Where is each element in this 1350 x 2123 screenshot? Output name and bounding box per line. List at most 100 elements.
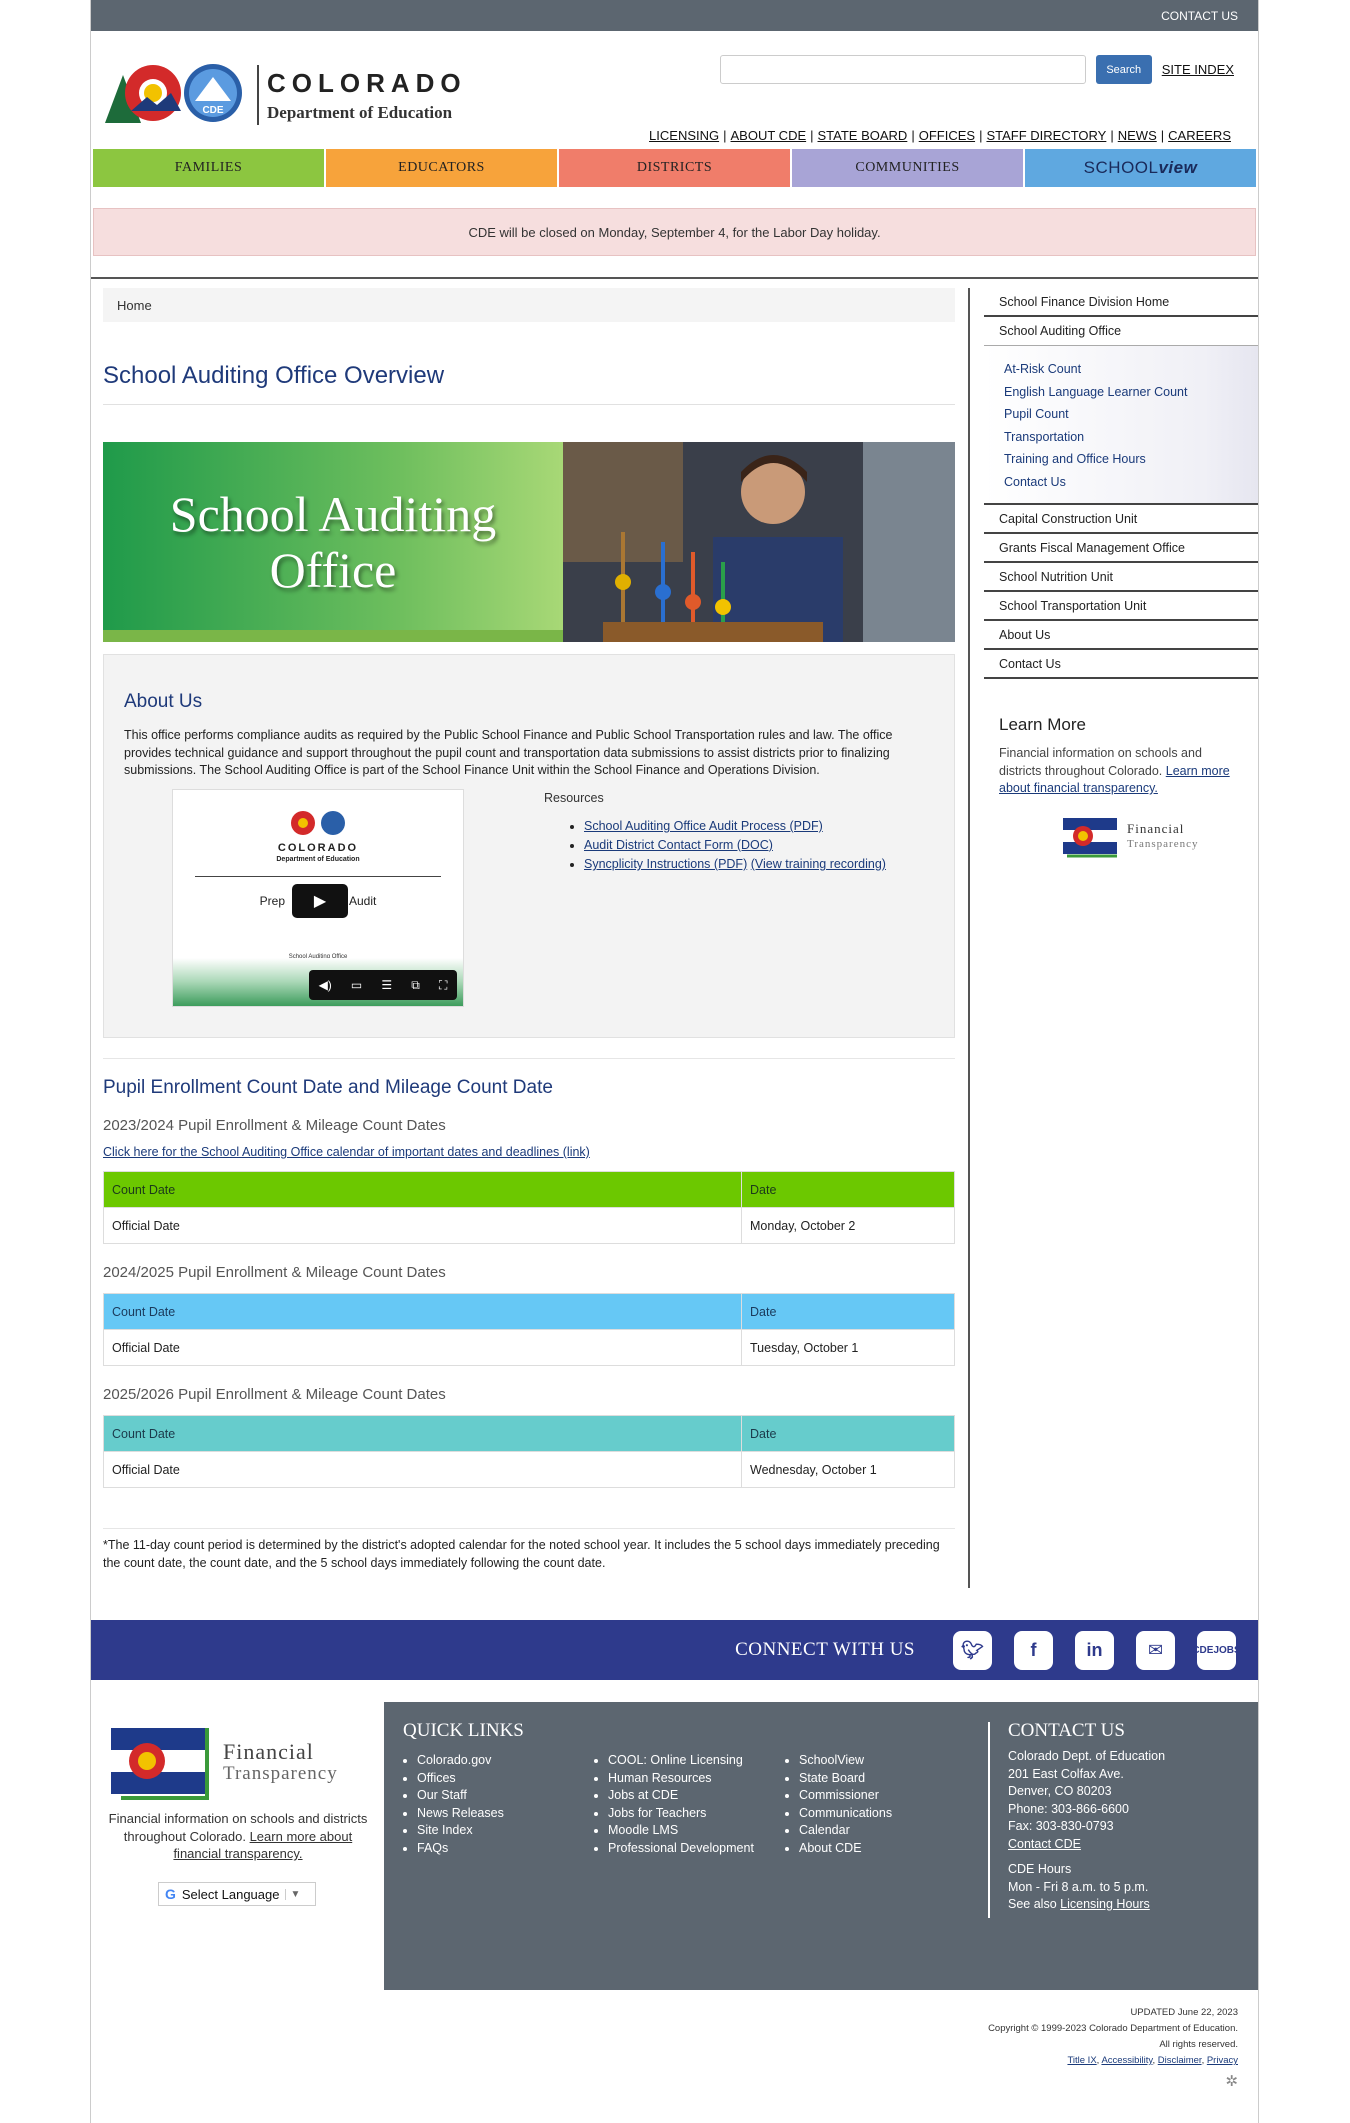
- quick-link[interactable]: Human Resources: [608, 1770, 758, 1788]
- contact-line: Fax: 303-830-0793: [1008, 1819, 1114, 1833]
- table-header-row: Count Date Date: [103, 1415, 955, 1452]
- contact-us-link[interactable]: CONTACT US: [1161, 9, 1238, 23]
- learn-more-text: Financial information on schools and dis…: [999, 745, 1239, 798]
- quick-link[interactable]: Offices: [417, 1770, 567, 1788]
- fullscreen-icon[interactable]: ⛶: [439, 978, 447, 993]
- quick-link[interactable]: Commissioner: [799, 1787, 949, 1805]
- resource-training-recording-link[interactable]: (View training recording): [751, 857, 886, 871]
- quick-link[interactable]: Calendar: [799, 1822, 949, 1840]
- util-link-state-board[interactable]: STATE BOARD: [818, 128, 908, 143]
- quick-link[interactable]: Jobs at CDE: [608, 1787, 758, 1805]
- cde-logo[interactable]: CDE COLORADO Department of Education: [101, 61, 467, 129]
- disclaimer-link[interactable]: Disclaimer: [1158, 2055, 1202, 2066]
- quick-link[interactable]: SchoolView: [799, 1752, 949, 1770]
- quick-link[interactable]: Moodle LMS: [608, 1822, 758, 1840]
- search-button[interactable]: Search: [1095, 55, 1152, 84]
- colorado-flag-icon: [111, 1728, 209, 1800]
- util-link-about-cde[interactable]: ABOUT CDE: [731, 128, 807, 143]
- connect-title: CONNECT WITH US: [735, 1639, 915, 1660]
- licensing-hours-link[interactable]: Licensing Hours: [1060, 1897, 1150, 1911]
- quick-link[interactable]: Site Index: [417, 1822, 567, 1840]
- linkedin-icon[interactable]: in: [1075, 1630, 1114, 1670]
- search-input[interactable]: [719, 55, 1086, 84]
- ft-label: Financial Transparency: [1127, 822, 1198, 851]
- resources-title: Resources: [544, 791, 604, 805]
- quick-link[interactable]: Communications: [799, 1805, 949, 1823]
- footer-ft-logo[interactable]: Financial Transparency: [111, 1724, 338, 1802]
- hero-stripe: [103, 630, 563, 642]
- footer-contact: CONTACT US Colorado Dept. of Education 2…: [1008, 1720, 1165, 1914]
- quick-link[interactable]: News Releases: [417, 1805, 567, 1823]
- sidebar-sub-list: At-Risk Count English Language Learner C…: [984, 346, 1258, 505]
- sidebar-item-finance-home[interactable]: School Finance Division Home: [984, 288, 1258, 317]
- quick-links-col1: Colorado.gov Offices Our Staff News Rele…: [403, 1752, 567, 1857]
- svg-text:CDE: CDE: [202, 105, 223, 116]
- util-link-offices[interactable]: OFFICES: [919, 128, 975, 143]
- breadcrumb-home[interactable]: Home: [117, 298, 152, 313]
- sidebar-sub-at-risk[interactable]: At-Risk Count: [1004, 358, 1258, 381]
- quick-links-col3: SchoolView State Board Commissioner Comm…: [785, 1752, 949, 1857]
- quick-link[interactable]: Professional Development: [608, 1840, 758, 1858]
- privacy-link[interactable]: Privacy: [1207, 2055, 1238, 2066]
- quick-link[interactable]: FAQs: [417, 1840, 567, 1858]
- accessibility-link[interactable]: Accessibility: [1101, 2055, 1152, 2066]
- col-date: Date: [741, 1415, 955, 1452]
- util-link-news[interactable]: NEWS: [1118, 128, 1157, 143]
- sidebar-sub-ell-count[interactable]: English Language Learner Count: [1004, 381, 1258, 404]
- sidebar-item-capital-construction[interactable]: Capital Construction Unit: [984, 505, 1258, 534]
- contact-line: Colorado Dept. of Education: [1008, 1749, 1166, 1763]
- title-ix-link[interactable]: Title IX: [1067, 2055, 1096, 2066]
- nav-communities[interactable]: COMMUNITIES: [792, 149, 1023, 187]
- captions-icon[interactable]: ▭: [351, 978, 362, 992]
- nav-schoolview[interactable]: SCHOOL view: [1025, 149, 1256, 187]
- resource-contact-form-link[interactable]: Audit District Contact Form (DOC): [584, 838, 773, 852]
- row-value: Tuesday, October 1: [741, 1329, 955, 1366]
- gear-icon: ✲: [1225, 2073, 1238, 2090]
- legal-links: Title IX, Accessibility, Disclaimer, Pri…: [1067, 2055, 1238, 2066]
- quick-link[interactable]: Jobs for Teachers: [608, 1805, 758, 1823]
- quick-link[interactable]: About CDE: [799, 1840, 949, 1858]
- language-select[interactable]: G Select Language ▼: [158, 1882, 316, 1906]
- video-player[interactable]: COLORADO Department of Education Prep Aud…: [172, 789, 464, 1007]
- col-date: Date: [741, 1293, 955, 1330]
- picture-in-picture-icon[interactable]: ⧉: [411, 978, 420, 993]
- count-dates-section: Pupil Enrollment Count Date and Mileage …: [103, 1058, 955, 1572]
- util-link-careers[interactable]: CAREERS: [1168, 128, 1231, 143]
- transcript-icon[interactable]: ☰: [381, 978, 392, 992]
- sidebar-sub-pupil-count[interactable]: Pupil Count: [1004, 403, 1258, 426]
- quick-link[interactable]: Our Staff: [417, 1787, 567, 1805]
- row-label: Official Date: [103, 1207, 742, 1244]
- email-icon[interactable]: ✉: [1136, 1630, 1175, 1670]
- calendar-link[interactable]: Click here for the School Auditing Offic…: [103, 1145, 955, 1159]
- sidebar-item-about-us[interactable]: About Us: [984, 621, 1258, 650]
- resource-audit-process-link[interactable]: School Auditing Office Audit Process (PD…: [584, 819, 823, 833]
- twitter-icon[interactable]: 🐦︎: [953, 1630, 992, 1670]
- quick-link[interactable]: State Board: [799, 1770, 949, 1788]
- nav-districts[interactable]: DISTRICTS: [559, 149, 790, 187]
- sidebar-item-grants-fiscal[interactable]: Grants Fiscal Management Office: [984, 534, 1258, 563]
- contact-line: 201 East Colfax Ave.: [1008, 1766, 1124, 1781]
- sidebar-sub-transportation[interactable]: Transportation: [1004, 426, 1258, 449]
- nav-educators[interactable]: EDUCATORS: [326, 149, 557, 187]
- sidebar-sub-contact[interactable]: Contact Us: [1004, 471, 1258, 494]
- video-logo-icon: [289, 808, 349, 843]
- sidebar-sub-training[interactable]: Training and Office Hours: [1004, 448, 1258, 471]
- play-icon[interactable]: ▶: [292, 884, 348, 918]
- facebook-icon[interactable]: f: [1014, 1630, 1053, 1670]
- cde-jobs-icon[interactable]: CDE JOBS: [1192, 1630, 1241, 1670]
- col-count-date: Count Date: [103, 1415, 742, 1452]
- volume-icon[interactable]: ◀): [319, 978, 332, 992]
- resource-syncplicity-link[interactable]: Syncplicity Instructions (PDF): [584, 857, 747, 871]
- util-link-licensing[interactable]: LICENSING: [649, 128, 719, 143]
- util-link-staff-directory[interactable]: STAFF DIRECTORY: [986, 128, 1106, 143]
- sidebar-item-school-nutrition[interactable]: School Nutrition Unit: [984, 563, 1258, 592]
- quick-link[interactable]: Colorado.gov: [417, 1752, 567, 1770]
- sidebar-item-auditing-office[interactable]: School Auditing Office: [984, 317, 1258, 346]
- nav-families[interactable]: FAMILIES: [93, 149, 324, 187]
- financial-transparency-logo[interactable]: Financial Transparency: [1063, 816, 1258, 858]
- sidebar-item-contact-us[interactable]: Contact Us: [984, 650, 1258, 679]
- site-index-link[interactable]: SITE INDEX: [1162, 62, 1234, 77]
- sidebar-item-school-transportation[interactable]: School Transportation Unit: [984, 592, 1258, 621]
- contact-cde-link[interactable]: Contact CDE: [1008, 1836, 1165, 1854]
- quick-link[interactable]: COOL: Online Licensing: [608, 1752, 758, 1770]
